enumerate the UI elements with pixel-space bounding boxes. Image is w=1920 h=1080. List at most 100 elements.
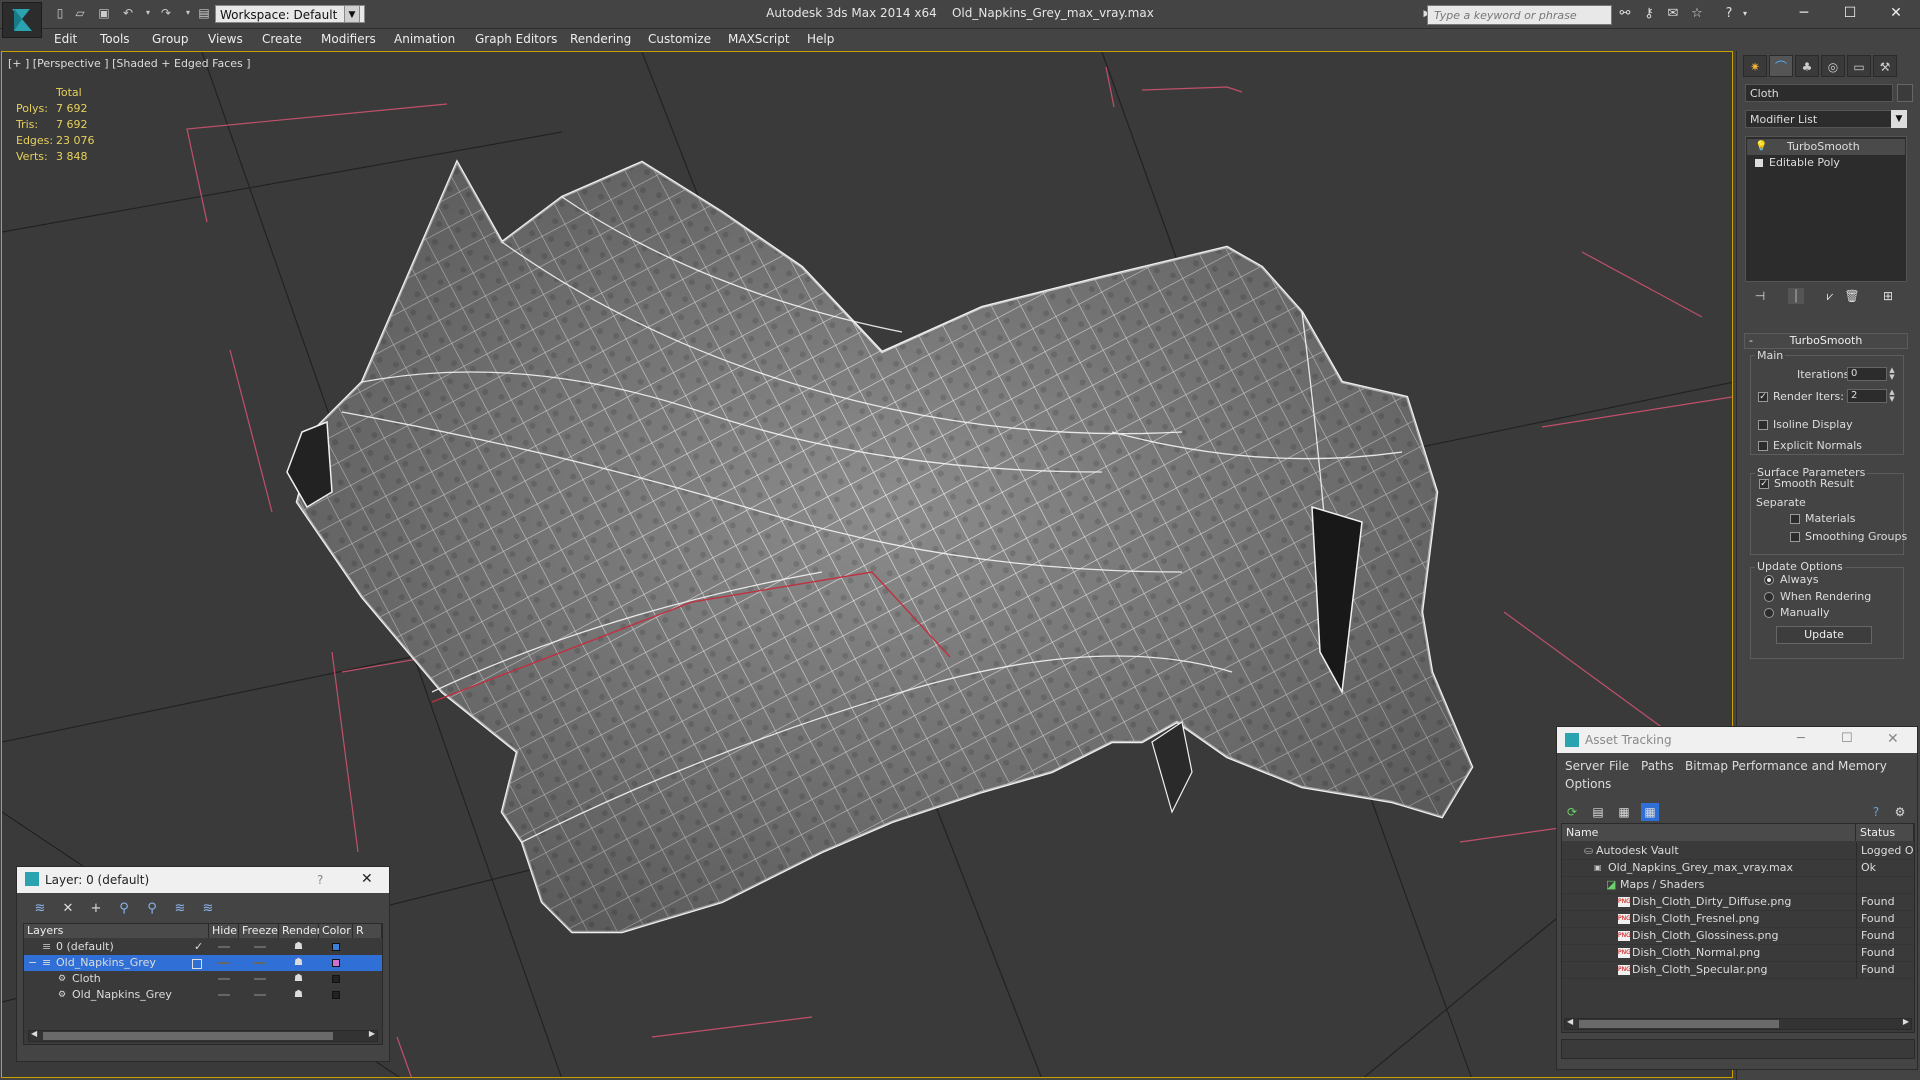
object-name-field[interactable]: Cloth [1745,84,1893,102]
menu-group[interactable]: Group [152,32,189,46]
table-view-icon[interactable]: ▦ [1641,803,1659,821]
stack-item-editable-poly[interactable]: Editable Poly [1747,155,1905,171]
materials-checkbox[interactable] [1790,514,1800,524]
tree-view-icon[interactable]: ▦ [1615,803,1633,821]
menu-create[interactable]: Create [262,32,302,46]
render-iters-spinner[interactable]: 2 [1847,389,1887,403]
utilities-tab-icon[interactable]: ⚒ [1873,55,1897,77]
asset-menu-options[interactable]: Options [1565,777,1611,791]
motion-tab-icon[interactable]: ◎ [1821,55,1845,77]
current-layer-check-icon[interactable]: ✓ [194,939,203,955]
favorites-star-icon[interactable]: ☆ [1688,6,1706,22]
close-icon[interactable]: ✕ [361,871,373,887]
hide-toggle[interactable] [218,994,230,996]
hide-toggle[interactable] [218,978,230,980]
col-hide[interactable]: Hide [209,924,239,938]
project-folder-icon[interactable]: ▤ [196,6,212,20]
minimize-icon[interactable]: ─ [1797,731,1805,746]
maximize-icon[interactable]: ☐ [1841,731,1853,746]
asset-row[interactable]: PNGDish_Cloth_Specular.png Found [1562,961,1914,979]
menu-rendering[interactable]: Rendering [570,32,631,46]
when-rendering-radio[interactable] [1764,592,1774,602]
undo-icon[interactable]: ↶ [120,6,136,20]
asset-row[interactable]: PNGDish_Cloth_Normal.png Found [1562,944,1914,962]
help-button[interactable]: ? [317,873,323,887]
isoline-checkbox[interactable] [1758,420,1768,430]
undo-dropdown-icon[interactable]: ▾ [140,6,156,20]
col-name[interactable]: Name [1562,824,1856,841]
render-teapot-icon[interactable]: ☗ [294,971,303,987]
col-color[interactable]: Color [319,924,353,938]
asset-row[interactable]: PNGDish_Cloth_Glossiness.png Found [1562,927,1914,945]
workspace-selector[interactable]: Workspace: Default [215,5,365,23]
open-file-icon[interactable]: ▱ [72,6,88,20]
scroll-right-icon[interactable]: ▶ [369,1029,375,1038]
binoculars-icon[interactable]: ⚯ [1616,6,1634,22]
menu-customize[interactable]: Customize [648,32,711,46]
smooth-result-checkbox[interactable]: ✓ [1759,479,1769,489]
freeze-toggle[interactable] [254,962,266,964]
always-radio[interactable] [1764,575,1774,585]
delete-layer-icon[interactable]: ✕ [59,900,77,918]
layer-color-swatch[interactable] [332,943,340,951]
menu-maxscript[interactable]: MAXScript [728,32,790,46]
subscription-icon[interactable]: ⚷ [1640,6,1658,22]
menu-views[interactable]: Views [208,32,243,46]
col-status[interactable]: Status [1856,824,1914,841]
help-dropdown-icon[interactable]: ▾ [1736,6,1754,22]
modifier-list-dropdown[interactable]: Modifier List [1745,110,1907,128]
pin-stack-icon[interactable]: ⊣ [1752,288,1768,304]
turbosmooth-rollout-header[interactable]: - TurboSmooth [1744,333,1908,349]
asset-menu-file[interactable]: File [1609,759,1629,773]
layer-object-row[interactable]: ⚙ Old_Napkins_Grey ☗ [24,987,382,1003]
freeze-all-icon[interactable]: ≋ [199,900,217,918]
spinner-arrows-icon[interactable]: ▲ ▼ [1888,389,1896,403]
menu-modifiers[interactable]: Modifiers [321,32,376,46]
chevron-down-icon[interactable]: ▼ [1891,110,1907,128]
modify-tab-icon[interactable]: ⌒ [1769,55,1793,77]
help-icon[interactable]: ? [1867,803,1885,821]
minimize-icon[interactable]: ─ [1781,0,1827,26]
col-radiosity[interactable]: R [353,924,382,938]
create-tab-icon[interactable]: ✷ [1743,55,1767,77]
asset-row[interactable]: ⛀ Autodesk Vault Logged O [1562,842,1914,860]
spinner-arrows-icon[interactable]: ▲ ▼ [1888,367,1896,381]
add-selection-icon[interactable]: + [87,900,105,918]
smoothing-groups-checkbox[interactable] [1790,532,1800,542]
menu-edit[interactable]: Edit [54,32,77,46]
stack-item-turbosmooth[interactable]: 💡 TurboSmooth [1747,139,1905,155]
hide-all-icon[interactable]: ≋ [171,900,189,918]
render-teapot-icon[interactable]: ☗ [294,955,303,971]
asset-row[interactable]: PNGDish_Cloth_Dirty_Diffuse.png Found [1562,893,1914,911]
new-file-icon[interactable]: ▯ [52,6,68,20]
highlight-layer-icon[interactable]: ⚲ [143,900,161,918]
close-icon[interactable]: ✕ [1873,0,1919,26]
show-end-result-icon[interactable]: ⏐ [1788,288,1804,304]
layer-color-swatch[interactable] [332,959,340,967]
expand-icon[interactable]: − [28,955,37,971]
viewport-label[interactable]: [+ ] [Perspective ] [Shaded + Edged Face… [8,57,251,70]
render-iters-checkbox[interactable]: ✓ [1758,392,1768,402]
scroll-thumb[interactable] [1579,1020,1779,1028]
object-color-swatch[interactable] [1897,84,1913,102]
menu-help[interactable]: Help [807,32,834,46]
horizontal-scrollbar[interactable]: ◀ ▶ [28,1029,378,1042]
redo-dropdown-icon[interactable]: ▾ [180,6,196,20]
display-tab-icon[interactable]: ▭ [1847,55,1871,77]
layer-color-swatch[interactable] [332,975,340,983]
menu-tools[interactable]: Tools [100,32,130,46]
render-teapot-icon[interactable]: ☗ [294,987,303,1003]
asset-menu-server[interactable]: Server [1565,759,1604,773]
settings-icon[interactable]: ⚙ [1891,803,1909,821]
manually-radio[interactable] [1764,608,1774,618]
communication-icon[interactable]: ✉ [1664,6,1682,22]
render-teapot-icon[interactable]: ☗ [294,939,303,955]
scroll-left-icon[interactable]: ◀ [31,1029,37,1038]
explicit-normals-checkbox[interactable] [1758,441,1768,451]
app-logo[interactable] [2,2,42,38]
maximize-icon[interactable]: ☐ [1827,0,1873,26]
freeze-toggle[interactable] [254,978,266,980]
freeze-toggle[interactable] [254,946,266,948]
remove-modifier-icon[interactable]: 🗑 [1844,288,1860,304]
col-render[interactable]: Render [279,924,321,938]
